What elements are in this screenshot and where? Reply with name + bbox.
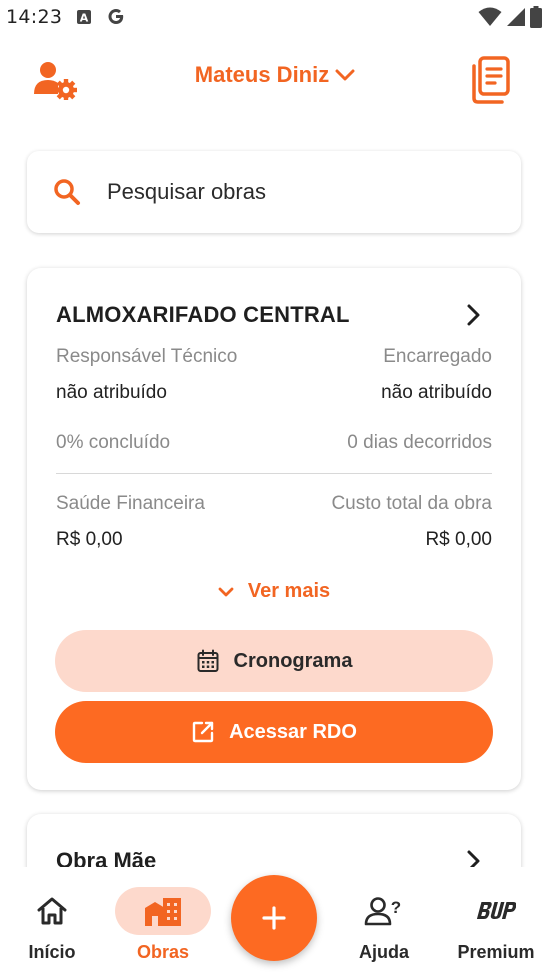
status-time: 14:23	[6, 6, 63, 28]
document-icon	[472, 56, 510, 104]
plus-icon	[262, 906, 286, 930]
bottom-navigation: Início Obras ? Ajuda Premium	[0, 867, 550, 980]
ver-mais-button[interactable]: Ver mais	[27, 580, 521, 603]
nav-item-inicio[interactable]: Início	[4, 867, 100, 980]
user-name: Mateus Diniz	[194, 62, 330, 87]
user-selector[interactable]: Mateus Diniz	[0, 62, 550, 88]
battery-icon	[530, 6, 542, 28]
saude-value: R$ 0,00	[56, 529, 123, 550]
days-elapsed-text: 0 dias decorridos	[347, 432, 492, 453]
google-icon	[106, 7, 126, 27]
search-placeholder: Pesquisar obras	[107, 179, 266, 204]
notification-a-icon: A	[76, 9, 92, 25]
top-bar: Mateus Diniz	[0, 50, 550, 110]
cronograma-label: Cronograma	[233, 649, 353, 672]
progress-text: 0% concluído	[56, 432, 171, 453]
nav-label: Obras	[136, 942, 190, 962]
wifi-icon	[478, 7, 502, 27]
search-input[interactable]: Pesquisar obras	[27, 151, 521, 233]
add-button[interactable]	[231, 875, 317, 961]
divider	[56, 473, 492, 474]
responsavel-value: não atribuído	[56, 382, 167, 403]
open-project-button[interactable]	[463, 302, 485, 328]
signal-icon	[506, 7, 526, 27]
acessar-rdo-button[interactable]: Acessar RDO	[55, 701, 493, 763]
status-bar: 14:23 A	[0, 0, 550, 34]
nav-label: Premium	[457, 942, 535, 962]
project-card[interactable]: ALMOXARIFADO CENTRAL Responsável Técnico…	[27, 268, 521, 790]
help-person-icon: ?	[336, 887, 432, 935]
chevron-right-icon	[467, 304, 480, 326]
reports-button[interactable]	[470, 56, 514, 104]
acessar-rdo-label: Acessar RDO	[229, 720, 357, 743]
nav-item-premium[interactable]: Premium	[448, 867, 544, 980]
svg-text:A: A	[80, 12, 89, 25]
search-icon	[54, 179, 80, 205]
encarregado-value: não atribuído	[381, 382, 492, 403]
nav-label: Ajuda	[358, 942, 409, 962]
buildings-icon	[115, 887, 211, 935]
cronograma-button[interactable]: Cronograma	[55, 630, 493, 692]
encarregado-label: Encarregado	[383, 346, 492, 367]
ver-mais-label: Ver mais	[247, 580, 331, 602]
svg-text:?: ?	[391, 898, 401, 917]
saude-label: Saúde Financeira	[56, 493, 205, 514]
nav-item-obras[interactable]: Obras	[115, 867, 211, 980]
project-title: ALMOXARIFADO CENTRAL	[56, 302, 350, 327]
calendar-icon	[197, 649, 219, 672]
custo-value: R$ 0,00	[425, 529, 492, 550]
home-icon	[4, 887, 100, 935]
responsavel-label: Responsável Técnico	[56, 346, 238, 367]
chevron-down-icon	[335, 69, 355, 81]
open-external-icon	[192, 721, 214, 743]
bup-logo-icon	[448, 887, 544, 935]
nav-label: Início	[28, 942, 76, 962]
chevron-down-icon	[218, 587, 234, 596]
nav-item-ajuda[interactable]: ? Ajuda	[336, 867, 432, 980]
custo-label: Custo total da obra	[331, 493, 492, 514]
